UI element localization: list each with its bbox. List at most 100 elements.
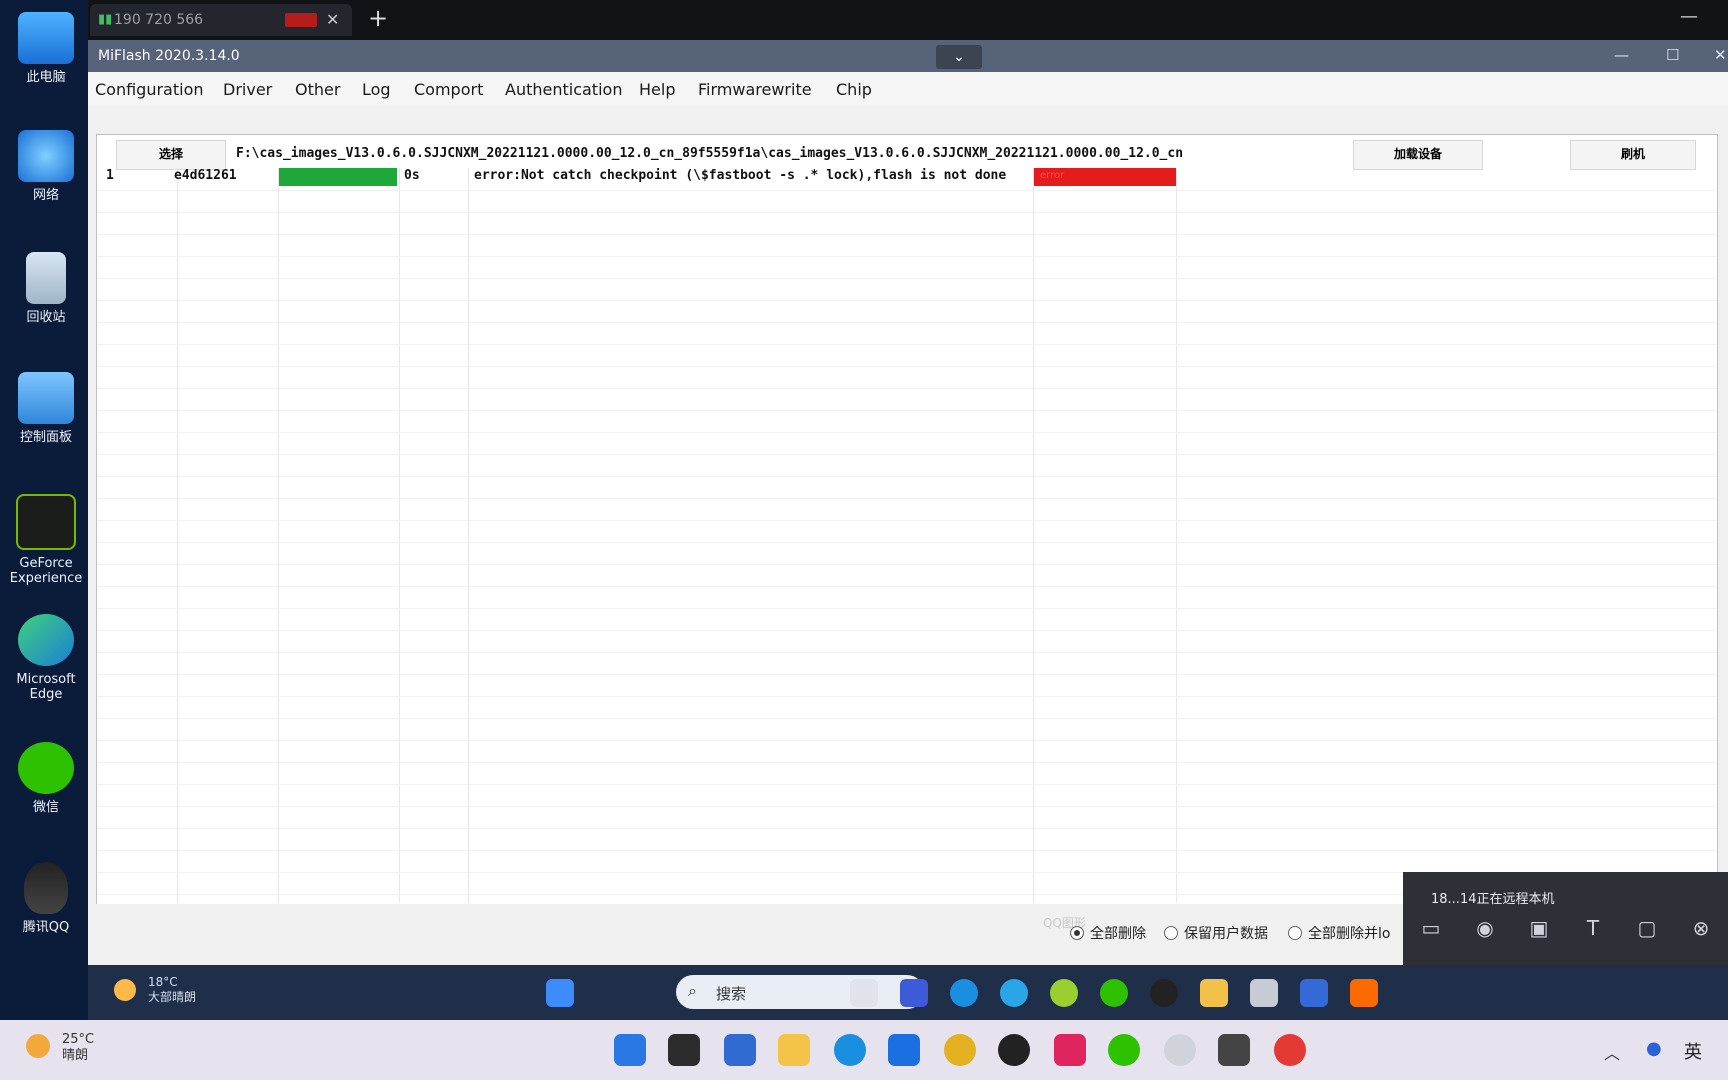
qq-icon[interactable]	[1150, 979, 1178, 1007]
host-minimize-button[interactable]: —	[1680, 6, 1698, 27]
radio-clean-all[interactable]: 全部删除	[1070, 923, 1146, 943]
input-language[interactable]: 英	[1684, 1038, 1702, 1064]
path-field[interactable]: F:\cas_images_V13.0.6.0.SJJCNXM_20221121…	[232, 144, 1372, 166]
menu-help[interactable]: Help	[639, 80, 675, 99]
radio-label: 全部删除并lo	[1308, 926, 1391, 942]
grid-line	[98, 762, 1716, 763]
menu-other[interactable]: Other	[295, 80, 340, 99]
task-view-icon[interactable]	[668, 1034, 700, 1066]
host-tab-number: 190 720 566	[114, 12, 204, 28]
close-icon[interactable]: ✕	[326, 10, 339, 29]
minimize-button[interactable]: —	[1614, 46, 1629, 64]
microphone-icon[interactable]: ◉	[1471, 916, 1499, 942]
desktop-icon-edge[interactable]: Microsoft Edge	[4, 614, 88, 702]
progress-bar	[279, 168, 397, 186]
desktop-icon-control-panel[interactable]: 控制面板	[4, 372, 88, 445]
globe-icon	[18, 130, 74, 182]
app-icon[interactable]	[1300, 979, 1328, 1007]
elapsed-time: 0s	[404, 168, 420, 183]
app-icon[interactable]	[1250, 979, 1278, 1007]
weather-icon	[114, 979, 136, 1001]
desktop-icon-network[interactable]: 网络	[4, 130, 88, 203]
wechat-icon[interactable]	[1100, 979, 1128, 1007]
edge-icon[interactable]	[834, 1034, 866, 1066]
chevron-down-icon[interactable]: ⌄	[936, 45, 982, 69]
grid-line	[98, 498, 1716, 499]
folder-icon[interactable]: ▢	[1633, 916, 1661, 942]
close-icon[interactable]: ⊗	[1687, 916, 1715, 942]
host-weather: 25°C 晴朗	[26, 1032, 94, 1064]
app-icon[interactable]	[888, 1034, 920, 1066]
status-message: error:Not catch checkpoint (\$fastboot -…	[474, 168, 1007, 183]
host-weather-text: 晴朗	[62, 1048, 89, 1063]
menu-firmwarewrite[interactable]: Firmwarewrite	[698, 80, 812, 99]
mi-icon[interactable]	[1350, 979, 1378, 1007]
browser-icon[interactable]	[1000, 979, 1028, 1007]
grid-line	[98, 234, 1716, 235]
chevron-up-icon[interactable]: ︿	[1604, 1040, 1620, 1064]
app-icon[interactable]	[900, 979, 928, 1007]
screen-share-icon[interactable]: ▣	[1525, 916, 1553, 942]
app-icon[interactable]	[1054, 1034, 1086, 1066]
desktop-icon-qq[interactable]: 腾讯QQ	[4, 862, 88, 935]
grid-line	[98, 278, 1716, 279]
start-icon[interactable]	[614, 1034, 646, 1066]
radio-selected-icon	[1070, 926, 1084, 940]
grid-line	[98, 564, 1716, 565]
menu-log[interactable]: Log	[362, 80, 391, 99]
close-button[interactable]: ✕	[1714, 46, 1727, 64]
result-cell: error	[1034, 168, 1176, 186]
desktop-icon-recycle-bin[interactable]: 回收站	[4, 252, 88, 325]
grid-line	[98, 718, 1716, 719]
grid-line	[98, 190, 1716, 191]
grid-line	[98, 542, 1716, 543]
menu-driver[interactable]: Driver	[223, 80, 272, 99]
host-tab[interactable]: ▮▮ 190 720 566 ✕	[90, 4, 352, 36]
radio-clean-all-lock[interactable]: 全部删除并lo	[1288, 923, 1390, 943]
maximize-button[interactable]: ☐	[1666, 46, 1679, 64]
grid-line	[98, 454, 1716, 455]
microphone-icon[interactable]: ●	[1646, 1038, 1662, 1059]
folder-icon[interactable]	[1200, 979, 1228, 1007]
grid-line	[98, 850, 1716, 851]
table-row[interactable]: 1 e4d61261 0s error:Not catch checkpoint…	[98, 168, 1716, 190]
menu-authentication[interactable]: Authentication	[505, 80, 622, 99]
wechat-icon[interactable]	[1108, 1034, 1140, 1066]
app-icon[interactable]	[1050, 979, 1078, 1007]
desktop-icon-geforce[interactable]: GeForce Experience	[4, 494, 88, 586]
grid-line	[98, 366, 1716, 367]
title-bar: MiFlash 2020.3.14.0 ⌄ — ☐ ✕	[88, 40, 1728, 72]
desktop-icon-label: 回收站	[26, 310, 66, 325]
signal-icon: ▮▮	[98, 12, 113, 27]
monitor-icon	[18, 12, 74, 64]
menu-configuration[interactable]: Configuration	[95, 80, 204, 99]
nvidia-icon	[16, 494, 76, 550]
folder-icon[interactable]	[778, 1034, 810, 1066]
chat-icon[interactable]: ▭	[1417, 916, 1445, 942]
path-value: F:\cas_images_V13.0.6.0.SJJCNXM_20221121…	[236, 146, 1184, 161]
app-icon[interactable]	[1274, 1034, 1306, 1066]
desktop-icon-wechat[interactable]: 微信	[4, 742, 88, 815]
app-icon[interactable]	[998, 1034, 1030, 1066]
text-icon[interactable]: T	[1579, 916, 1607, 942]
store-icon[interactable]	[724, 1034, 756, 1066]
desktop-icon-this-pc[interactable]: 此电脑	[4, 12, 88, 85]
edge-icon[interactable]	[950, 979, 978, 1007]
task-view-icon[interactable]	[850, 979, 878, 1007]
grid-line	[98, 784, 1716, 785]
search-input[interactable]: ⌕ 搜索	[676, 975, 924, 1009]
app-icon[interactable]	[1164, 1034, 1196, 1066]
app-icon[interactable]	[1218, 1034, 1250, 1066]
menu-chip[interactable]: Chip	[836, 80, 872, 99]
new-tab-button[interactable]: +	[368, 4, 388, 32]
miflash-window: MiFlash 2020.3.14.0 ⌄ — ☐ ✕ Configuratio…	[88, 40, 1728, 965]
radio-save-user-data[interactable]: 保留用户数据	[1164, 923, 1268, 943]
flash-button[interactable]: 刷机	[1570, 140, 1696, 170]
menu-comport[interactable]: Comport	[414, 80, 483, 99]
refresh-device-button[interactable]: 加载设备	[1353, 140, 1483, 170]
select-folder-button[interactable]: 选择	[116, 140, 226, 170]
start-icon[interactable]	[546, 979, 574, 1007]
remote-control-popup: 18...14正在远程本机 ▭ ◉ ▣ T ▢ ⊗	[1403, 872, 1728, 965]
grid-line	[98, 432, 1716, 433]
app-icon[interactable]	[944, 1034, 976, 1066]
